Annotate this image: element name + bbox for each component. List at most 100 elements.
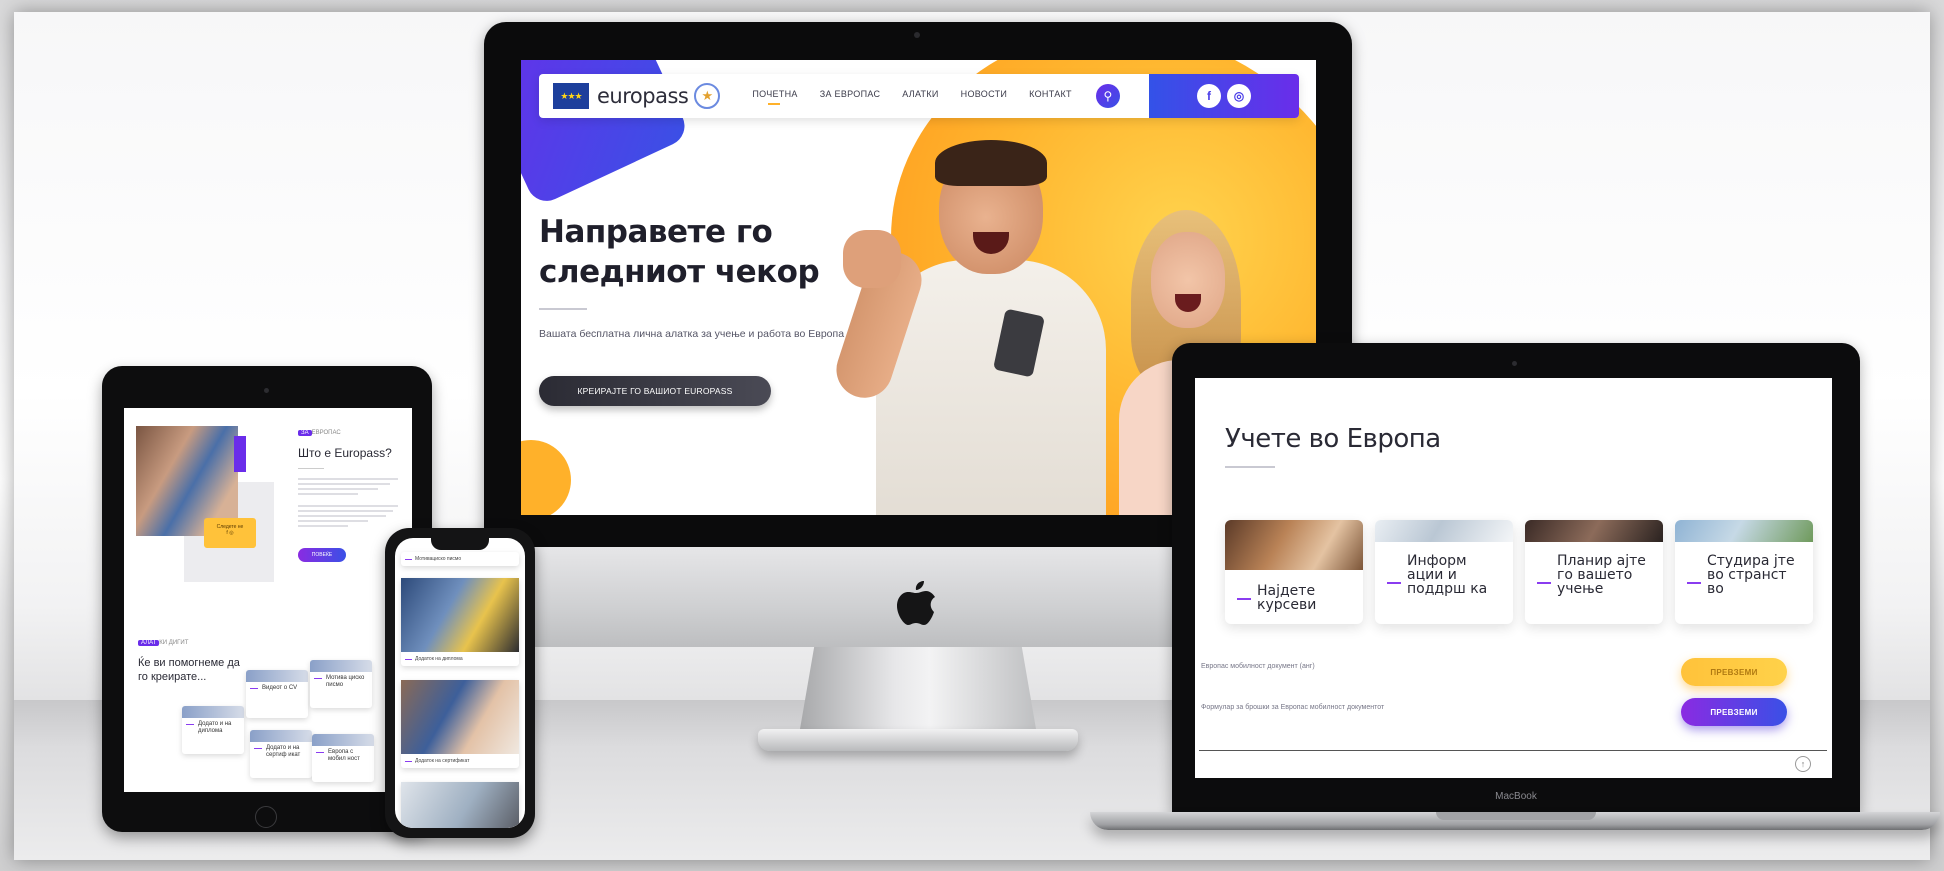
iphone-screen: Мотивациско писмо Додаток на диплома Дод…: [395, 538, 525, 828]
list-item-caption: Додаток на диплома: [401, 652, 519, 666]
card-label: Видеот о CV: [246, 682, 308, 692]
list-item[interactable]: Мотивациско писмо: [401, 552, 519, 566]
europass-star-logo-icon: ★: [694, 83, 721, 109]
study-cards: Најдете курсеви Информ ации и поддрш ка …: [1225, 520, 1813, 624]
europass-logo-text[interactable]: europass: [597, 84, 689, 108]
heading-divider: [298, 468, 324, 469]
social-icons: f ◎: [226, 530, 234, 536]
card-dash: [1687, 582, 1701, 584]
hero-subtitle: Вашата бесплатна лична алатка за учење и…: [539, 328, 845, 340]
menu-item-home[interactable]: ПОЧЕТНА: [752, 89, 797, 105]
decorative-purple-bar: [234, 436, 246, 472]
footer-divider: [1199, 750, 1827, 751]
card-image: [250, 730, 312, 742]
section-heading: Ќе ви помогнеме да го креирате...: [138, 657, 240, 683]
list-item-image: [401, 782, 519, 828]
man-fist: [843, 230, 901, 288]
menu-item-about[interactable]: ЗА ЕВРОПАС: [820, 89, 881, 103]
download-row-text: Формулар за брошки за Европас мобилност …: [1201, 704, 1385, 711]
search-icon: ⚲: [1103, 89, 1113, 103]
ipad-screen: Следете не f ◎ ЗА ЕВРОПАС Што е Europass?…: [124, 408, 412, 792]
section-tag: АЛАТ КИ ДИГИТ: [138, 640, 188, 646]
tool-card[interactable]: Додато и на диплома: [182, 706, 244, 754]
card-image: [246, 670, 308, 682]
card-image: [1375, 520, 1513, 542]
card-image: [182, 706, 244, 718]
card-study-abroad[interactable]: Студира јте во странст во: [1675, 520, 1813, 624]
menu-item-news[interactable]: НОВОСТИ: [961, 89, 1007, 103]
section-heading: Што е Europass?: [298, 446, 392, 460]
home-button: [255, 806, 277, 828]
more-button[interactable]: ПОВЕЌЕ: [298, 548, 346, 562]
card-image: [1675, 520, 1813, 542]
download-button[interactable]: ПРЕВЗЕМИ: [1681, 658, 1787, 686]
card-image: [1525, 520, 1663, 542]
apple-logo-icon: [897, 581, 935, 625]
camera-icon: [914, 32, 920, 38]
man-hair: [935, 140, 1047, 186]
card-image: [312, 734, 374, 746]
card-label: Европа с мобил ност: [312, 746, 374, 763]
card-label: Информ ации и поддрш ка: [1407, 553, 1488, 597]
card-label: Додато и на сертиф икат: [250, 742, 312, 759]
card-info-support[interactable]: Информ ации и поддрш ка: [1375, 520, 1513, 624]
list-item-caption: Додаток на сертификат: [401, 754, 519, 768]
facebook-icon[interactable]: f: [1197, 84, 1221, 108]
card-label: Најдете курсеви: [1257, 583, 1317, 613]
tag-highlight: ЗА: [298, 430, 312, 436]
hero-divider: [539, 308, 587, 310]
ipad-device: Следете не f ◎ ЗА ЕВРОПАС Што е Europass?…: [102, 366, 432, 832]
page-title: Учете во Европа: [1225, 424, 1441, 454]
social-links: f ◎: [1149, 74, 1299, 118]
title-divider: [1225, 466, 1275, 468]
card-dash: [1537, 582, 1551, 584]
list-item[interactable]: Додаток на сертификат: [401, 680, 519, 768]
card-image: [310, 660, 372, 672]
scroll-to-top-icon[interactable]: ↑: [1795, 756, 1811, 772]
tool-card[interactable]: Додато и на сертиф икат: [250, 730, 312, 778]
main-menu: ПОЧЕТНА ЗА ЕВРОПАС АЛАТКИ НОВОСТИ КОНТАК…: [752, 89, 1072, 105]
woman-face: [1151, 232, 1225, 328]
instagram-icon[interactable]: ◎: [1227, 84, 1251, 108]
imac-stand-base: [758, 729, 1078, 751]
card-find-courses[interactable]: Најдете курсеви: [1225, 520, 1363, 624]
paragraph-placeholder: [298, 478, 398, 530]
tool-card[interactable]: Мотива циско писмо: [310, 660, 372, 708]
list-item-caption: Мотивациско писмо: [401, 552, 519, 566]
download-button[interactable]: ПРЕВЗЕМИ: [1681, 698, 1787, 726]
tool-card[interactable]: Видеот о CV: [246, 670, 308, 718]
card-dash: [1237, 598, 1251, 600]
tool-card[interactable]: Европа с мобил ност: [312, 734, 374, 782]
search-button[interactable]: ⚲: [1095, 84, 1120, 108]
menu-item-contact[interactable]: КОНТАКТ: [1029, 89, 1072, 103]
follow-us-badge[interactable]: Следете не f ◎: [204, 518, 256, 548]
card-dash: [1387, 582, 1401, 584]
card-label: Додато и на диплома: [182, 718, 244, 735]
decorative-orange-circle: [521, 440, 571, 515]
site-header-nav: ★★★ europass ★ ПОЧЕТНА ЗА ЕВРОПАС АЛАТКИ…: [539, 74, 1299, 118]
list-item-image: [401, 680, 519, 754]
iphone-notch: [431, 538, 489, 550]
macbook-display: Учете во Европа Најдете курсеви Информ а…: [1172, 343, 1860, 813]
card-image: [1225, 520, 1363, 570]
card-label: Мотива циско писмо: [310, 672, 372, 689]
download-row-text: Европас мобилност документ (анг): [1201, 663, 1315, 670]
eu-flag-icon: ★★★: [553, 83, 589, 109]
create-europass-button[interactable]: КРЕИРАЈТЕ ГО ВАШИОТ EUROPASS: [539, 376, 771, 406]
list-item-image: [401, 578, 519, 652]
card-label: Планир ајте го вашето учење: [1557, 553, 1646, 597]
list-item[interactable]: [401, 782, 519, 828]
list-item[interactable]: Додаток на диплома: [401, 578, 519, 666]
tag-text: КИ ДИГИТ: [159, 640, 189, 646]
tag-highlight: АЛАТ: [138, 640, 160, 646]
section-tag: ЗА ЕВРОПАС: [298, 430, 341, 436]
macbook-brand-label: MacBook: [1495, 791, 1537, 802]
menu-item-tools[interactable]: АЛАТКИ: [902, 89, 938, 103]
camera-icon: [1512, 361, 1517, 366]
hero-title: Направете го следниот чекор: [539, 214, 820, 290]
iphone-device: Мотивациско писмо Додаток на диплома Дод…: [385, 528, 535, 838]
card-plan-learning[interactable]: Планир ајте го вашето учење: [1525, 520, 1663, 624]
imac-stand: [800, 647, 1036, 729]
card-label: Студира јте во странст во: [1707, 553, 1795, 597]
tag-text: ЕВРОПАС: [311, 430, 341, 436]
